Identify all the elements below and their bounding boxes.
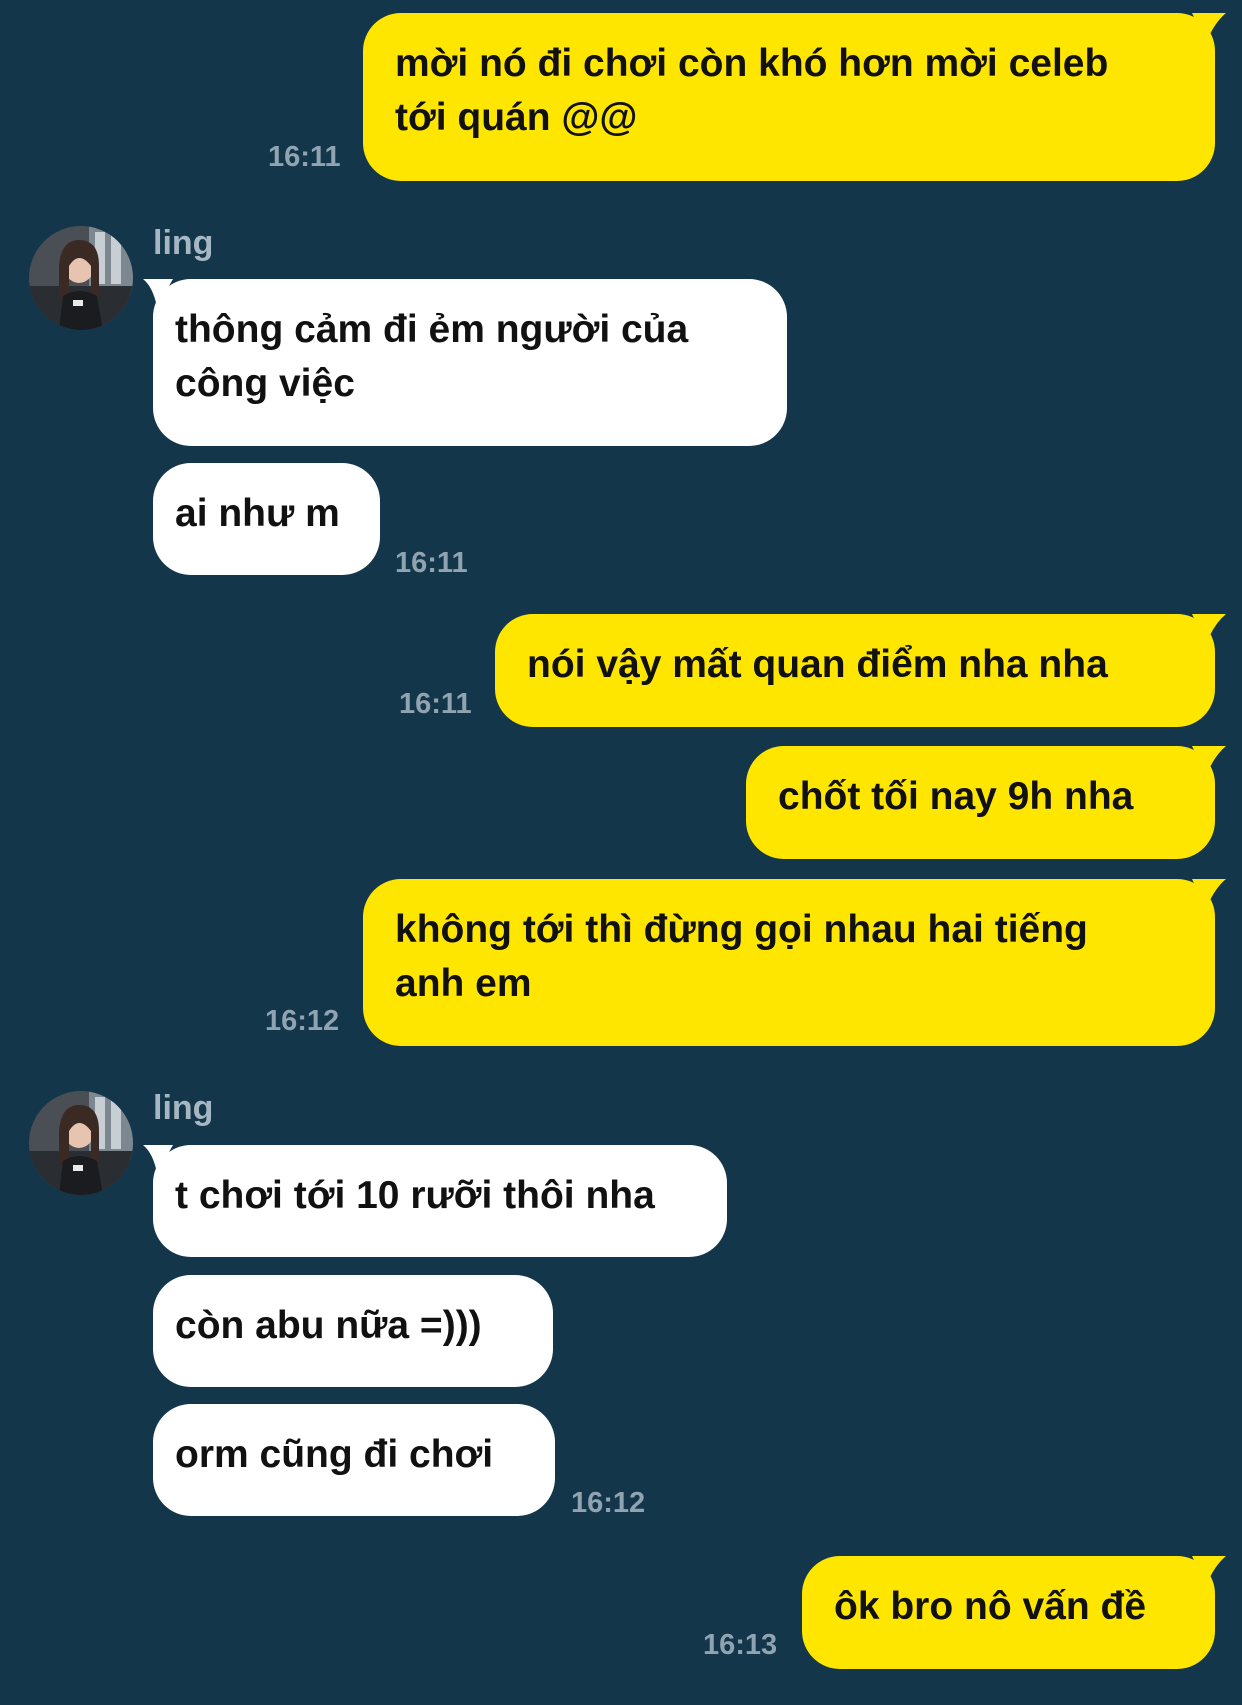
incoming-message[interactable]: orm cũng đi chơi xyxy=(153,1404,555,1516)
bubble-tail-icon xyxy=(143,1145,173,1173)
bubble-tail-icon xyxy=(1192,746,1226,776)
incoming-message[interactable]: còn abu nữa =))) xyxy=(153,1275,553,1387)
incoming-message[interactable]: thông cảm đi ẻm người của công việc xyxy=(153,279,787,446)
outgoing-message[interactable]: chốt tối nay 9h nha xyxy=(746,746,1215,859)
avatar-photo-icon xyxy=(29,1091,133,1195)
sender-name: ling xyxy=(153,1089,214,1127)
chat-thread[interactable]: mời nó đi chơi còn khó hơn mời celeb tới… xyxy=(0,0,1242,1705)
message-timestamp: 16:13 xyxy=(703,1629,778,1661)
bubble-tail-icon xyxy=(143,279,173,307)
message-timestamp: 16:11 xyxy=(395,547,468,579)
bubble-tail-icon xyxy=(1192,879,1226,909)
message-timestamp: 16:12 xyxy=(571,1487,646,1519)
message-timestamp: 16:11 xyxy=(268,141,341,173)
bubble-tail-icon xyxy=(1192,13,1226,43)
incoming-message[interactable]: t chơi tới 10 rưỡi thôi nha xyxy=(153,1145,727,1257)
outgoing-message[interactable]: mời nó đi chơi còn khó hơn mời celeb tới… xyxy=(363,13,1215,181)
outgoing-message[interactable]: nói vậy mất quan điểm nha nha xyxy=(495,614,1215,727)
sender-name: ling xyxy=(153,224,214,262)
outgoing-message[interactable]: không tới thì đừng gọi nhau hai tiếng an… xyxy=(363,879,1215,1046)
contact-avatar[interactable] xyxy=(29,1091,133,1195)
outgoing-message[interactable]: ôk bro nô vấn đề xyxy=(802,1556,1215,1669)
bubble-tail-icon xyxy=(1192,614,1226,644)
bubble-tail-icon xyxy=(1192,1556,1226,1586)
avatar-photo-icon xyxy=(29,226,133,330)
message-timestamp: 16:11 xyxy=(399,688,472,720)
incoming-message[interactable]: ai như m xyxy=(153,463,380,575)
contact-avatar[interactable] xyxy=(29,226,133,330)
message-timestamp: 16:12 xyxy=(265,1005,340,1037)
